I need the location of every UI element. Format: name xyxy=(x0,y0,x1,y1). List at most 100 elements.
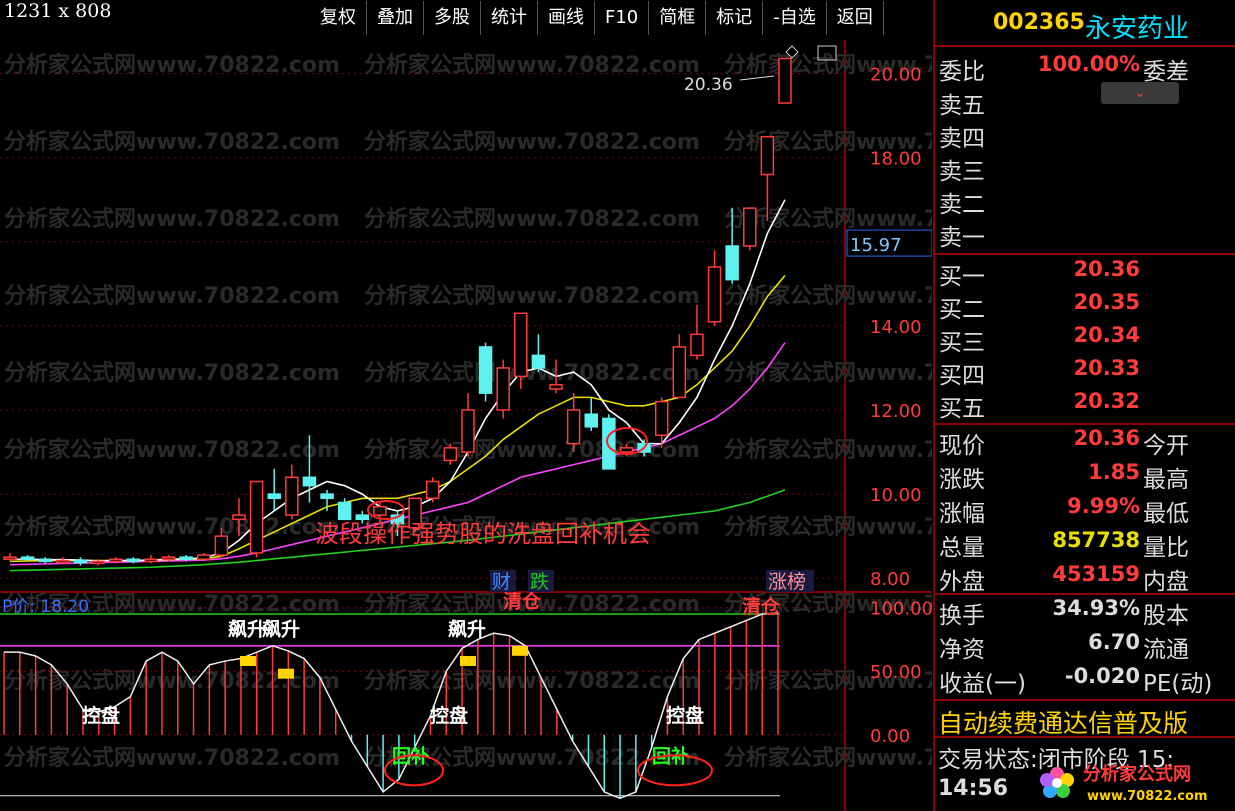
watermark: 分析家公式网www.70822.com xyxy=(4,52,340,78)
ind-label: 清仓 xyxy=(503,590,542,613)
watermark: 分析家公式网www.70822.com xyxy=(724,437,932,463)
current-price-text: 15.97 xyxy=(850,235,902,256)
ad-banner[interactable]: 自动续费通达信普及版 xyxy=(938,704,1188,740)
finance-row-0: 换手 34.93% 股本 xyxy=(935,596,1235,629)
watermark: 分析家公式网www.70822.com xyxy=(364,206,700,232)
toolbar-btn-9[interactable]: 返回 xyxy=(827,1,884,35)
toolbar-btn-8[interactable]: -自选 xyxy=(763,1,827,35)
toolbar-btn-4[interactable]: 画线 xyxy=(538,1,595,35)
watermark: 分析家公式网www.70822.com xyxy=(4,283,340,309)
candle-body xyxy=(690,333,704,357)
candle-body xyxy=(478,346,493,394)
divider xyxy=(935,699,1235,701)
candle-body xyxy=(3,556,17,561)
candle-body xyxy=(549,384,563,390)
quote-row-0-value: 20.36 xyxy=(1073,426,1140,450)
candle-body xyxy=(38,558,52,563)
buy-row-2-label: 买三 xyxy=(939,330,985,356)
buy-row-3-value: 20.33 xyxy=(1073,356,1140,380)
ind-tick: 0.00 xyxy=(870,726,910,747)
ind-marker xyxy=(240,655,256,666)
candle-body xyxy=(461,409,475,453)
candle-body xyxy=(443,447,458,462)
badge: 跌 xyxy=(530,571,549,593)
quote-row-3: 总量 857738 量比 xyxy=(935,528,1235,561)
candle-body xyxy=(56,559,70,564)
quote-row-3-label: 总量 xyxy=(939,535,985,561)
logo-text: 分析家公式网 xyxy=(1083,763,1191,785)
candle-body xyxy=(108,558,123,563)
quote-row-2-label: 涨幅 xyxy=(939,501,985,527)
stock-name: 永安药业 xyxy=(1085,14,1190,44)
ind-label: 控盘 xyxy=(82,704,120,727)
price-tick: 14.00 xyxy=(870,317,922,338)
price-tick: 12.00 xyxy=(870,401,922,422)
candle-body xyxy=(566,409,581,445)
ind-label: 飙升 xyxy=(228,618,266,641)
quote-row-1-label: 涨跌 xyxy=(939,467,985,493)
candle-body xyxy=(355,514,370,521)
buy-row-1-label: 买二 xyxy=(939,297,985,323)
finance-row-1: 净资 6.70 流通 xyxy=(935,630,1235,663)
buy-row-4-label: 买五 xyxy=(939,396,985,422)
ind-marker xyxy=(460,655,476,666)
toolbar: 复权 叠加 多股 统计 画线 F10 简框 标记 -自选 返回 xyxy=(310,1,884,35)
sell-row-1-label: 卖四 xyxy=(939,126,985,152)
candle-body xyxy=(514,312,528,378)
watermark: 分析家公式网www.70822.com xyxy=(4,745,340,771)
watermark: 分析家公式网www.70822.com xyxy=(364,668,700,694)
order-ratio-label: 委比 xyxy=(939,59,985,85)
candle-body xyxy=(584,413,598,428)
price-tick: 8.00 xyxy=(870,569,910,590)
candle-body xyxy=(161,556,176,561)
kline-chart[interactable]: 分析家公式网www.70822.com 分析家公式网www.70822.com 分析… xyxy=(0,40,932,811)
finance-row-1-label: 净资 xyxy=(939,637,985,663)
candle-body xyxy=(285,476,299,516)
ind-tick: 50.00 xyxy=(870,662,922,683)
buy-row-1: 买二 20.35 xyxy=(935,290,1235,323)
finance-row-2-label2: PE(动) xyxy=(1143,671,1213,697)
quote-row-4-label2: 内盘 xyxy=(1143,569,1189,595)
candle-body xyxy=(302,476,317,487)
candle-body xyxy=(654,400,669,436)
toolbar-btn-0[interactable]: 复权 xyxy=(310,1,367,35)
clock: 14:56 xyxy=(938,776,1009,801)
app-window: 1231 x 808 复权 叠加 多股 统计 画线 F10 简框 标记 -自选 返回 分析家公式网… xyxy=(0,0,1235,811)
watermark: 分析家公式网www.70822.com xyxy=(4,129,340,155)
order-ratio-value: 100.00% xyxy=(1037,52,1140,76)
candle-body xyxy=(602,417,616,470)
quote-row-4: 外盘 453159 内盘 xyxy=(935,562,1235,595)
finance-row-1-label2: 流通 xyxy=(1143,637,1189,663)
badge: 涨榜 xyxy=(768,571,806,593)
toolbar-btn-7[interactable]: 标记 xyxy=(706,1,764,35)
watermark: 分析家公式网www.70822.com xyxy=(724,283,932,309)
watermark: 分析家公式网www.70822.com xyxy=(4,437,340,463)
candle-body xyxy=(232,514,246,521)
candle-body xyxy=(91,560,105,565)
quote-row-4-value: 453159 xyxy=(1052,562,1140,586)
quote-row-4-label: 外盘 xyxy=(939,569,985,595)
toolbar-btn-5[interactable]: F10 xyxy=(595,1,650,35)
buy-row-4: 买五 20.32 xyxy=(935,389,1235,422)
quote-row-0-label2: 今开 xyxy=(1143,433,1189,459)
ind-label: 控盘 xyxy=(666,704,704,727)
divider xyxy=(935,423,1235,425)
ind-label: 飙升 xyxy=(262,618,300,641)
order-diff-label: 委差 xyxy=(1143,59,1189,85)
stock-code: 002365 xyxy=(993,10,1085,35)
toolbar-btn-6[interactable]: 简框 xyxy=(649,1,707,35)
ind-label: 控盘 xyxy=(430,704,468,727)
candle-body xyxy=(425,480,440,500)
site-logo: 分析家公式网 www.70822.com xyxy=(1040,763,1208,804)
ind-marker xyxy=(512,645,528,656)
toolbar-btn-2[interactable]: 多股 xyxy=(424,1,481,35)
finance-row-0-label: 换手 xyxy=(939,603,985,629)
toolbar-btn-1[interactable]: 叠加 xyxy=(367,1,424,35)
candle-body xyxy=(496,367,510,411)
ind-label: 清仓 xyxy=(742,595,781,618)
price-tick: 20.00 xyxy=(870,65,922,86)
sell-row-4-label: 卖一 xyxy=(939,225,985,251)
ind-tick: 100.00 xyxy=(870,599,932,620)
candle-body xyxy=(531,354,546,369)
toolbar-btn-3[interactable]: 统计 xyxy=(481,1,538,35)
